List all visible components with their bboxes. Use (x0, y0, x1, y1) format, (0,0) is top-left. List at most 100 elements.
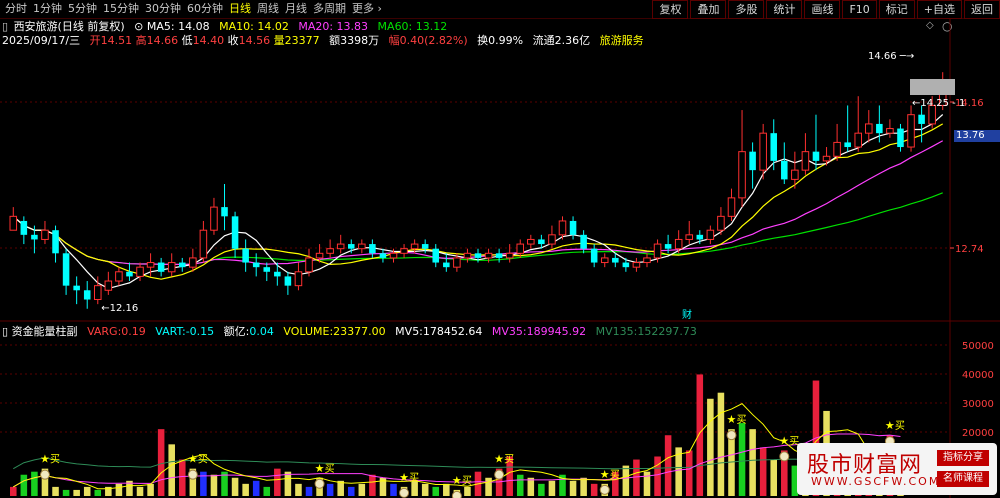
volume-bar (527, 477, 535, 496)
candle-body (632, 262, 641, 268)
candle-body (558, 220, 567, 236)
eyi-value: 0.04 (249, 325, 274, 338)
mv5-value: 178452.64 (422, 325, 483, 338)
candle-body (410, 243, 419, 250)
candle-body (94, 285, 102, 301)
buy-star-icon: ★ (315, 462, 325, 475)
candle-body (886, 128, 894, 134)
candle-body (833, 141, 841, 157)
candle-body (822, 155, 831, 162)
volume-bar (590, 483, 598, 496)
watermark-url: WWW.GSCFW.COM (811, 475, 941, 488)
volume-bar (347, 486, 355, 496)
candle-body (538, 239, 545, 245)
candle-body (876, 123, 883, 134)
candle-body (612, 257, 619, 263)
volume-bar (516, 474, 524, 496)
volume-bar (168, 444, 175, 496)
candle-body (907, 114, 915, 148)
candle-body (347, 244, 355, 249)
volume-bar (685, 450, 693, 496)
volume-bar (390, 483, 397, 496)
candle-body (369, 244, 376, 254)
volume-value: 23377.00 (333, 325, 386, 338)
candle-body (389, 252, 398, 259)
price-tick: 12.74 (955, 244, 984, 255)
buy-star-icon: ★ (399, 471, 409, 484)
buy-star-icon: ★ (600, 468, 610, 481)
volume-bar (443, 483, 450, 496)
candle-body (189, 257, 197, 268)
volume-bar (136, 486, 144, 496)
candle-body (696, 234, 704, 240)
volume-bar (622, 465, 630, 496)
watermark-logo: 股市财富网 WWW.GSCFW.COM 指标分享 名师课程 (797, 443, 997, 495)
buy-star-icon: ★ (40, 453, 50, 466)
volume-bar (83, 486, 91, 496)
mv35-label: MV35: (491, 325, 527, 338)
volume-bar (464, 486, 471, 496)
volume-tick: 40000 (962, 370, 994, 381)
money-bag-icon (451, 490, 462, 498)
candle-body (315, 252, 324, 259)
volume-bar (738, 423, 746, 496)
candle-body (294, 271, 303, 287)
volume-bar (263, 486, 271, 496)
buy-signal-label: 买 (409, 472, 419, 484)
indicator-name[interactable]: 资金能量柱副 (12, 325, 78, 338)
volume-bar (664, 435, 672, 496)
candle-body (854, 132, 862, 148)
volume-bar (157, 429, 165, 496)
candle-body (505, 252, 514, 259)
volume-bar (432, 486, 440, 496)
volume-bar (52, 486, 59, 496)
candle-body (210, 206, 218, 231)
candle-body (527, 238, 535, 245)
finance-marker: 财 (682, 308, 692, 321)
buy-star-icon: ★ (452, 474, 462, 487)
volume-bar (147, 483, 154, 496)
volume-bar (421, 483, 429, 496)
candle-body (52, 230, 59, 254)
candle-body (569, 220, 577, 235)
high-price-marker: 14.66 ─→ (868, 51, 914, 62)
volume-bar (580, 477, 587, 496)
buy-star-icon: ★ (188, 453, 198, 466)
candle-body (781, 160, 788, 180)
volume-bar (305, 486, 313, 496)
buy-star-icon: ★ (494, 453, 504, 466)
vart-value: -0.15 (185, 325, 215, 338)
candle-body (717, 215, 725, 231)
candle-body (516, 243, 525, 254)
volume-bar (654, 456, 661, 496)
candle-body (104, 280, 113, 291)
volume-bar (31, 471, 38, 496)
volume-bar (326, 483, 334, 496)
candle-body (221, 207, 228, 217)
price-tooltip-box (910, 79, 955, 95)
watermark-tag-share: 指标分享 (937, 450, 989, 466)
volume-bar (485, 477, 492, 496)
candle-body (20, 220, 28, 235)
volume-label: VOLUME: (283, 325, 334, 338)
candle-body (242, 248, 249, 263)
volume-bar (178, 459, 186, 496)
volume-bar (369, 474, 376, 496)
candle-body (484, 252, 493, 259)
collapse-icon-2[interactable]: ▯ (2, 325, 8, 338)
candle-body (495, 253, 503, 258)
candle-body (443, 262, 450, 268)
candle-body (590, 248, 598, 263)
volume-bar (770, 459, 778, 496)
buy-signal-label: 买 (736, 414, 746, 426)
money-bag-icon (494, 469, 505, 480)
candle-body (791, 169, 799, 180)
candle-body (305, 257, 313, 273)
candle-body (336, 243, 345, 250)
candle-body (231, 216, 239, 249)
kline-chart[interactable]: 14.1612.7450000400003000020000←12.1614.6… (0, 0, 1000, 498)
candle-body (136, 266, 144, 277)
candle-body (727, 197, 736, 217)
candle-body (453, 257, 461, 268)
candle-body (146, 262, 155, 268)
